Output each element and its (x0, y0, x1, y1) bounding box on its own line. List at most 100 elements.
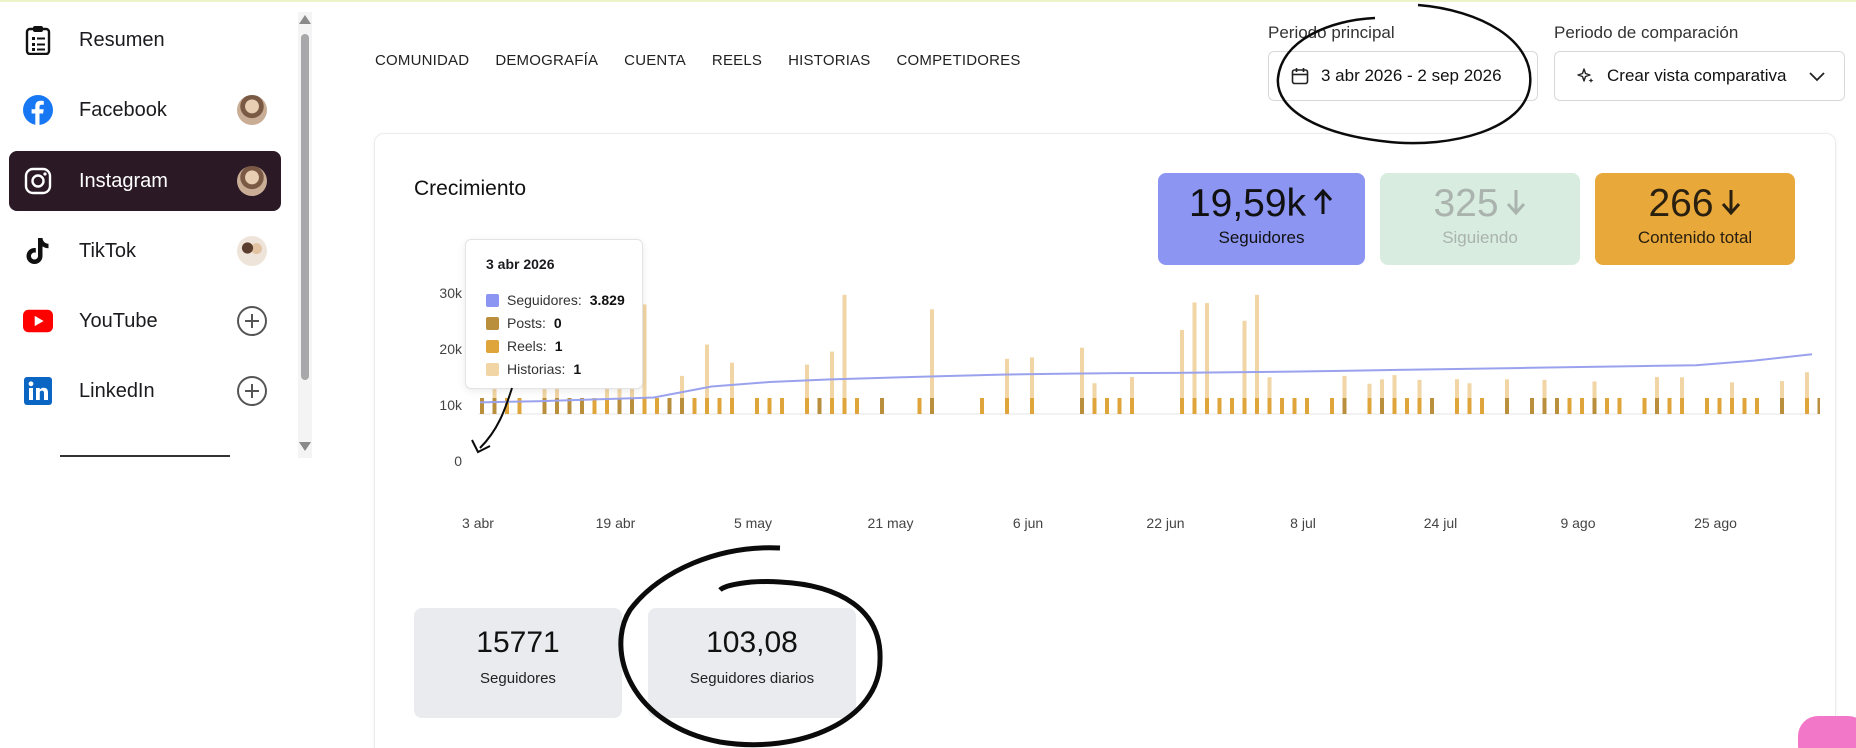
bar-reels[interactable] (1742, 398, 1747, 414)
bar-reels[interactable] (780, 398, 784, 414)
sidebar-scroll-thumb[interactable] (301, 34, 309, 380)
bar-reels[interactable] (730, 398, 734, 414)
bar-reels[interactable] (1367, 398, 1372, 414)
sidebar-item-resumen[interactable]: Resumen (9, 10, 281, 70)
bar-reels[interactable] (1555, 398, 1559, 414)
bar-reels[interactable] (767, 398, 772, 414)
bar-reels[interactable] (805, 398, 809, 414)
bar-reels[interactable] (480, 398, 484, 414)
bar-reels[interactable] (1180, 398, 1184, 414)
bar-reels[interactable] (1717, 398, 1722, 414)
bar-reels[interactable] (1092, 398, 1097, 414)
bar-reels[interactable] (930, 398, 934, 414)
bar-reels[interactable] (817, 398, 822, 414)
bar-reels[interactable] (830, 398, 834, 414)
bar-reels[interactable] (1617, 398, 1622, 414)
compare-period-dropdown[interactable]: Crear vista comparativa (1554, 51, 1845, 101)
bar-reels[interactable] (1580, 398, 1584, 414)
bar-reels[interactable] (705, 398, 709, 414)
bar-reels[interactable] (492, 398, 497, 414)
bar-reels[interactable] (1230, 398, 1234, 414)
bar-reels[interactable] (655, 398, 659, 414)
bar-reels[interactable] (692, 398, 697, 414)
bar-reels[interactable] (1780, 398, 1784, 414)
bar-reels[interactable] (842, 398, 847, 414)
bar-reels[interactable] (1530, 398, 1534, 414)
bar-reels[interactable] (1305, 398, 1309, 414)
bar-reels[interactable] (1117, 398, 1122, 414)
bar-reels[interactable] (1755, 398, 1759, 414)
bar-reels[interactable] (880, 398, 884, 414)
bar-reels[interactable] (605, 398, 609, 414)
bar-reels[interactable] (617, 398, 622, 414)
bar-reels[interactable] (680, 398, 684, 414)
tab-comunidad[interactable]: COMUNIDAD (375, 52, 469, 69)
bar-reels[interactable] (1192, 398, 1197, 414)
bar-reels[interactable] (1605, 398, 1609, 414)
bar-reels[interactable] (1467, 398, 1472, 414)
sidebar-item-instagram[interactable]: Instagram (9, 151, 281, 211)
account-avatar[interactable] (237, 95, 267, 125)
bar-historias[interactable] (1255, 294, 1259, 414)
bar-reels[interactable] (1342, 398, 1347, 414)
bar-reels[interactable] (1242, 398, 1247, 414)
bar-reels[interactable] (1542, 398, 1547, 414)
line-seguidores[interactable] (479, 353, 1813, 404)
bar-reels[interactable] (1005, 398, 1009, 414)
bar-reels[interactable] (642, 398, 647, 414)
bar-reels[interactable] (1455, 398, 1459, 414)
kpi-siguiendo[interactable]: 325 Siguiendo (1380, 173, 1580, 265)
tab-reels[interactable]: REELS (712, 52, 762, 69)
bar-reels[interactable] (755, 398, 759, 414)
bar-reels[interactable] (1430, 398, 1434, 414)
bar-reels[interactable] (1255, 398, 1259, 414)
bar-reels[interactable] (505, 398, 509, 414)
bar-reels[interactable] (1217, 398, 1222, 414)
bar-reels[interactable] (1642, 398, 1647, 414)
kpi-seguidores[interactable]: 19,59k Seguidores (1158, 173, 1365, 265)
bar-reels[interactable] (1405, 398, 1409, 414)
tab-demografia[interactable]: DEMOGRAFÍA (495, 52, 598, 69)
kpi-contenido-total[interactable]: 266 Contenido total (1595, 173, 1795, 265)
bar-reels[interactable] (1030, 398, 1034, 414)
bar-reels[interactable] (1567, 398, 1572, 414)
tab-historias[interactable]: HISTORIAS (788, 52, 870, 69)
bar-reels[interactable] (1655, 398, 1659, 414)
chat-widget-button[interactable] (1798, 716, 1856, 748)
bar-reels[interactable] (1817, 398, 1821, 414)
bar-reels[interactable] (1705, 398, 1709, 414)
add-account-icon[interactable] (237, 306, 267, 336)
bar-reels[interactable] (855, 398, 859, 414)
bar-reels[interactable] (1292, 398, 1297, 414)
bar-historias[interactable] (842, 294, 847, 414)
bar-reels[interactable] (917, 398, 922, 414)
bar-reels[interactable] (1205, 398, 1209, 414)
main-period-picker[interactable]: 3 abr 2026 - 2 sep 2026 (1268, 51, 1538, 101)
bar-reels[interactable] (1267, 398, 1272, 414)
bar-reels[interactable] (1417, 398, 1422, 414)
bar-historias[interactable] (1205, 303, 1209, 414)
tab-competidores[interactable]: COMPETIDORES (897, 52, 1021, 69)
bar-reels[interactable] (717, 398, 722, 414)
sidebar-item-youtube[interactable]: YouTube (9, 291, 281, 351)
account-avatar[interactable] (237, 236, 267, 266)
bar-reels[interactable] (1130, 398, 1134, 414)
bar-reels[interactable] (1280, 398, 1284, 414)
bar-reels[interactable] (1330, 398, 1334, 414)
bar-reels[interactable] (1592, 398, 1597, 414)
add-account-icon[interactable] (237, 376, 267, 406)
bar-reels[interactable] (1480, 398, 1484, 414)
sidebar-item-linkedin[interactable]: LinkedIn (9, 361, 281, 421)
scroll-up-arrow-icon[interactable] (299, 15, 311, 24)
scroll-down-arrow-icon[interactable] (299, 442, 311, 451)
bar-reels[interactable] (517, 398, 522, 414)
bar-reels[interactable] (980, 398, 984, 414)
bar-reels[interactable] (1805, 398, 1809, 414)
bar-reels[interactable] (1105, 398, 1109, 414)
bar-reels[interactable] (1730, 398, 1734, 414)
sidebar-item-facebook[interactable]: Facebook (9, 80, 281, 140)
bar-reels[interactable] (630, 398, 634, 414)
bar-reels[interactable] (1505, 398, 1509, 414)
bar-reels[interactable] (1380, 398, 1384, 414)
bar-reels[interactable] (1680, 398, 1684, 414)
